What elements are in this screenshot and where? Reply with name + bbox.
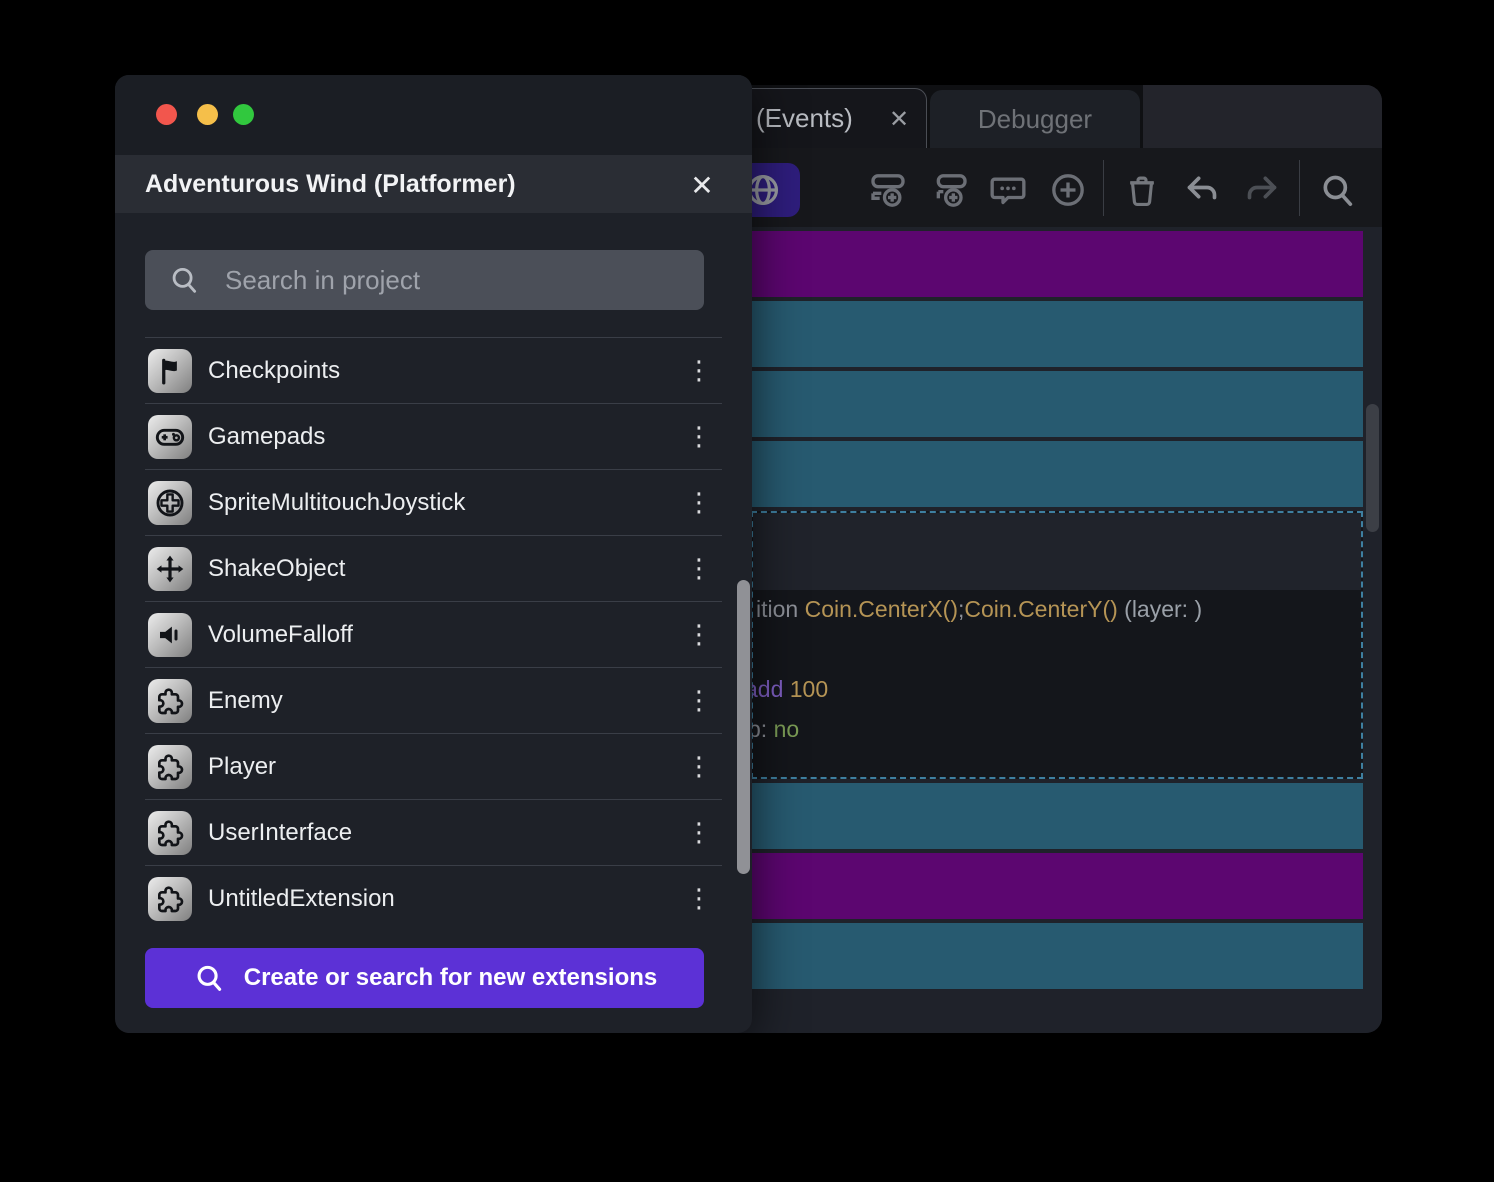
toolbar-separator [1103,160,1104,216]
add-event-icon[interactable] [868,170,908,210]
event-rows-top [751,231,1363,507]
puzzle-icon [148,678,192,723]
list-item-label: Player [208,752,277,780]
list-item-shakeobject[interactable]: ShakeObject ⋮ [145,535,722,601]
event-rows-bottom [751,783,1363,989]
event-row-purple[interactable] [751,853,1363,919]
search-events-icon[interactable] [1317,170,1357,210]
kebab-menu-icon[interactable]: ⋮ [684,813,714,853]
create-extension-button-label: Create or search for new extensions [243,964,658,991]
list-item-label: Enemy [208,686,283,714]
speaker-icon [148,612,192,657]
extensions-list: Checkpoints ⋮ Gamepads ⋮ SpriteMultitouc… [145,337,722,931]
window-controls-section [1143,85,1382,148]
event-row-purple[interactable] [751,231,1363,297]
event-row-teal[interactable] [751,441,1363,507]
flag-icon [148,348,192,393]
event-row-teal[interactable] [751,783,1363,849]
selected-event-conditions [753,513,1361,590]
redo-icon[interactable] [1242,170,1282,210]
move-icon [148,546,192,591]
event-row-teal[interactable] [751,923,1363,989]
list-item-label: UserInterface [208,818,353,846]
list-item-label: SpriteMultitouchJoystick [208,488,466,516]
events-scrollbar-thumb[interactable] [1366,404,1379,532]
kebab-menu-icon[interactable]: ⋮ [684,417,714,457]
traffic-zoom-button[interactable] [233,104,254,125]
list-item-label: UntitledExtension [208,884,395,912]
kebab-menu-icon[interactable]: ⋮ [684,549,714,589]
list-item-volumefalloff[interactable]: VolumeFalloff ⋮ [145,601,722,667]
joystick-icon [148,480,192,525]
add-subevent-icon[interactable] [930,170,970,210]
choose-event-icon[interactable] [1048,170,1088,210]
kebab-menu-icon[interactable]: ⋮ [684,351,714,391]
tab-close-icon[interactable]: ✕ [883,103,915,135]
list-item-label: ShakeObject [208,554,346,582]
undo-icon[interactable] [1182,170,1222,210]
event-row-teal[interactable] [751,371,1363,437]
close-icon[interactable]: ✕ [684,167,720,203]
kebab-menu-icon[interactable]: ⋮ [684,615,714,655]
add-comment-icon[interactable] [988,170,1028,210]
puzzle-icon [148,810,192,855]
selected-event-block[interactable]: ition Coin.CenterX();Coin.CenterY() (lay… [745,511,1363,779]
kebab-menu-icon[interactable]: ⋮ [684,681,714,721]
dialog-title: Adventurous Wind (Platformer) [145,169,516,198]
search-box [145,250,704,310]
tab-debugger[interactable]: Debugger [930,90,1140,148]
list-item-userinterface[interactable]: UserInterface ⋮ [145,799,722,865]
list-item-enemy[interactable]: Enemy ⋮ [145,667,722,733]
kebab-menu-icon[interactable]: ⋮ [684,747,714,787]
traffic-close-button[interactable] [156,104,177,125]
puzzle-icon [148,876,192,921]
list-item-gamepads[interactable]: Gamepads ⋮ [145,403,722,469]
search-input[interactable] [223,263,692,297]
search-icon [197,965,221,991]
list-item-label: VolumeFalloff [208,620,353,648]
toolbar-separator [1299,160,1300,216]
traffic-minimize-button[interactable] [197,104,218,125]
kebab-menu-icon[interactable]: ⋮ [684,483,714,523]
kebab-menu-icon[interactable]: ⋮ [684,879,714,919]
list-item-spritemultitouchjoystick[interactable]: SpriteMultitouchJoystick ⋮ [145,469,722,535]
list-item-label: Checkpoints [208,356,341,384]
list-item-label: Gamepads [208,422,326,450]
event-action-text: p: no [748,716,800,742]
puzzle-icon [148,744,192,789]
dialog-titlebar [115,75,752,155]
list-item-player[interactable]: Player ⋮ [145,733,722,799]
list-item-untitledextension[interactable]: UntitledExtension ⋮ [145,865,722,931]
event-action-text: ition Coin.CenterX();Coin.CenterY() (lay… [756,596,1203,622]
project-extensions-dialog: Adventurous Wind (Platformer) ✕ Checkpoi… [115,75,752,1033]
event-action-text: add 100 [745,676,829,702]
tab-debugger-label: Debugger [977,103,1093,134]
gamepad-icon [148,414,192,459]
tab-events-label: (Events) [756,103,853,133]
search-icon [172,267,197,293]
create-extension-button[interactable]: Create or search for new extensions [145,948,704,1008]
dialog-scrollbar-thumb[interactable] [737,580,750,874]
dialog-header: Adventurous Wind (Platformer) ✕ [115,155,752,213]
event-row-teal[interactable] [751,301,1363,367]
delete-icon[interactable] [1122,170,1162,210]
list-item-checkpoints[interactable]: Checkpoints ⋮ [145,337,722,403]
